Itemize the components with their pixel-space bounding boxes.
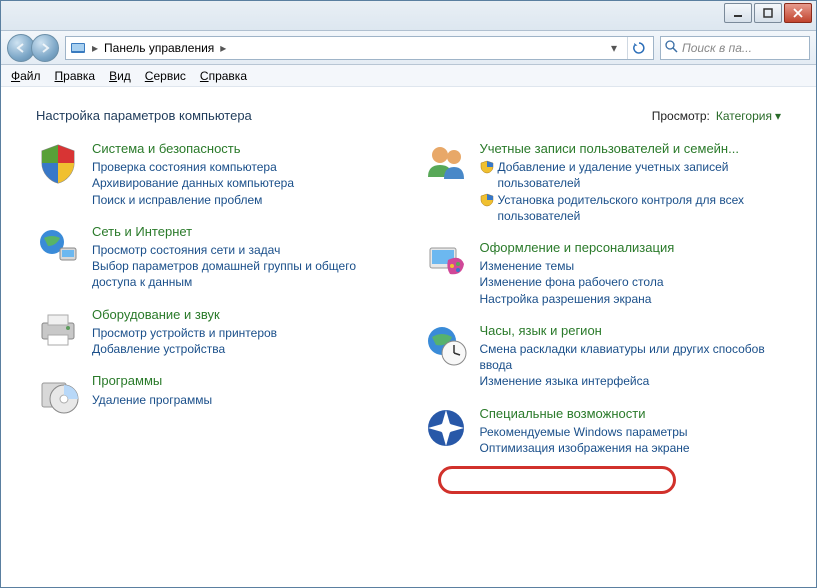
category-title[interactable]: Сеть и Интернет <box>92 224 394 240</box>
task-link[interactable]: Проверка состояния компьютера <box>92 159 394 175</box>
refresh-button[interactable] <box>627 37 649 59</box>
task-link[interactable]: Просмотр устройств и принтеров <box>92 325 394 341</box>
shield-icon <box>36 141 80 185</box>
category-user-accounts: Учетные записи пользователей и семейн...… <box>424 141 782 224</box>
task-link[interactable]: Изменение темы <box>480 258 782 274</box>
task-link[interactable]: Поиск и исправление проблем <box>92 192 394 208</box>
page-title: Настройка параметров компьютера <box>36 108 252 123</box>
arrow-left-icon <box>15 42 27 54</box>
category-clock-language: Часы, язык и регион Смена раскладки клав… <box>424 323 782 390</box>
task-link[interactable]: Архивирование данных компьютера <box>92 175 394 191</box>
minimize-icon <box>733 8 743 18</box>
appearance-icon <box>424 240 468 284</box>
category-programs: Программы Удаление программы <box>36 373 394 417</box>
disc-icon <box>36 373 80 417</box>
task-link[interactable]: Удаление программы <box>92 392 394 408</box>
close-icon <box>793 8 803 18</box>
navbar: ▸ Панель управления ▸ ▾ Поиск в па... <box>1 31 816 65</box>
task-link[interactable]: Рекомендуемые Windows параметры <box>480 424 782 440</box>
menubar: Файл Правка Вид Сервис Справка <box>1 65 816 87</box>
task-link[interactable]: Изменение языка интерфейса <box>480 373 782 389</box>
menu-edit[interactable]: Правка <box>55 69 96 83</box>
category-title[interactable]: Система и безопасность <box>92 141 394 157</box>
maximize-button[interactable] <box>754 3 782 23</box>
titlebar <box>1 1 816 31</box>
globe-network-icon <box>36 224 80 268</box>
maximize-icon <box>763 8 773 18</box>
address-dropdown[interactable]: ▾ <box>607 41 621 55</box>
clock-globe-icon <box>424 323 468 367</box>
category-title[interactable]: Учетные записи пользователей и семейн... <box>480 141 782 157</box>
task-link[interactable]: Добавление и удаление учетных записей по… <box>498 159 782 191</box>
search-box[interactable]: Поиск в па... <box>660 36 810 60</box>
nav-buttons <box>7 34 59 62</box>
menu-file[interactable]: Файл <box>11 69 41 83</box>
task-link[interactable]: Смена раскладки клавиатуры или других сп… <box>480 341 782 373</box>
refresh-icon <box>632 41 646 55</box>
search-placeholder: Поиск в па... <box>682 41 752 55</box>
close-button[interactable] <box>784 3 812 23</box>
category-columns: Система и безопасность Проверка состояни… <box>36 141 781 472</box>
breadcrumb-separator: ▸ <box>92 41 98 55</box>
uac-shield-icon <box>480 193 494 207</box>
category-network-internet: Сеть и Интернет Просмотр состояния сети … <box>36 224 394 291</box>
task-link[interactable]: Просмотр состояния сети и задач <box>92 242 394 258</box>
content-area: Настройка параметров компьютера Просмотр… <box>2 88 815 586</box>
address-bar[interactable]: ▸ Панель управления ▸ ▾ <box>65 36 654 60</box>
left-column: Система и безопасность Проверка состояни… <box>36 141 394 472</box>
task-link[interactable]: Выбор параметров домашней группы и общег… <box>92 258 394 290</box>
task-link[interactable]: Добавление устройства <box>92 341 394 357</box>
view-label: Просмотр: <box>652 109 710 123</box>
category-title[interactable]: Оформление и персонализация <box>480 240 782 256</box>
category-title[interactable]: Часы, язык и регион <box>480 323 782 339</box>
right-column: Учетные записи пользователей и семейн...… <box>424 141 782 472</box>
uac-shield-icon <box>480 160 494 174</box>
category-system-security: Система и безопасность Проверка состояни… <box>36 141 394 208</box>
menu-help[interactable]: Справка <box>200 69 247 83</box>
category-ease-of-access: Специальные возможности Рекомендуемые Wi… <box>424 406 782 457</box>
breadcrumb-separator: ▸ <box>220 41 226 55</box>
view-dropdown-icon[interactable]: ▾ <box>775 109 781 123</box>
printer-icon <box>36 307 80 351</box>
category-appearance: Оформление и персонализация Изменение те… <box>424 240 782 307</box>
task-link[interactable]: Установка родительского контроля для все… <box>498 192 782 224</box>
menu-tools[interactable]: Сервис <box>145 69 186 83</box>
task-link[interactable]: Оптимизация изображения на экране <box>480 440 782 456</box>
arrow-right-icon <box>39 42 51 54</box>
search-icon <box>665 40 678 56</box>
task-link[interactable]: Настройка разрешения экрана <box>480 291 782 307</box>
accessibility-icon <box>424 406 468 450</box>
task-link[interactable]: Изменение фона рабочего стола <box>480 274 782 290</box>
category-title[interactable]: Специальные возможности <box>480 406 782 422</box>
minimize-button[interactable] <box>724 3 752 23</box>
users-icon <box>424 141 468 185</box>
category-title[interactable]: Программы <box>92 373 394 389</box>
forward-button[interactable] <box>31 34 59 62</box>
breadcrumb-root[interactable]: Панель управления <box>104 41 214 55</box>
category-title[interactable]: Оборудование и звук <box>92 307 394 323</box>
content-header: Настройка параметров компьютера Просмотр… <box>36 108 781 123</box>
category-hardware-sound: Оборудование и звук Просмотр устройств и… <box>36 307 394 358</box>
control-panel-icon <box>70 40 86 56</box>
view-value[interactable]: Категория <box>716 109 772 123</box>
menu-view[interactable]: Вид <box>109 69 131 83</box>
